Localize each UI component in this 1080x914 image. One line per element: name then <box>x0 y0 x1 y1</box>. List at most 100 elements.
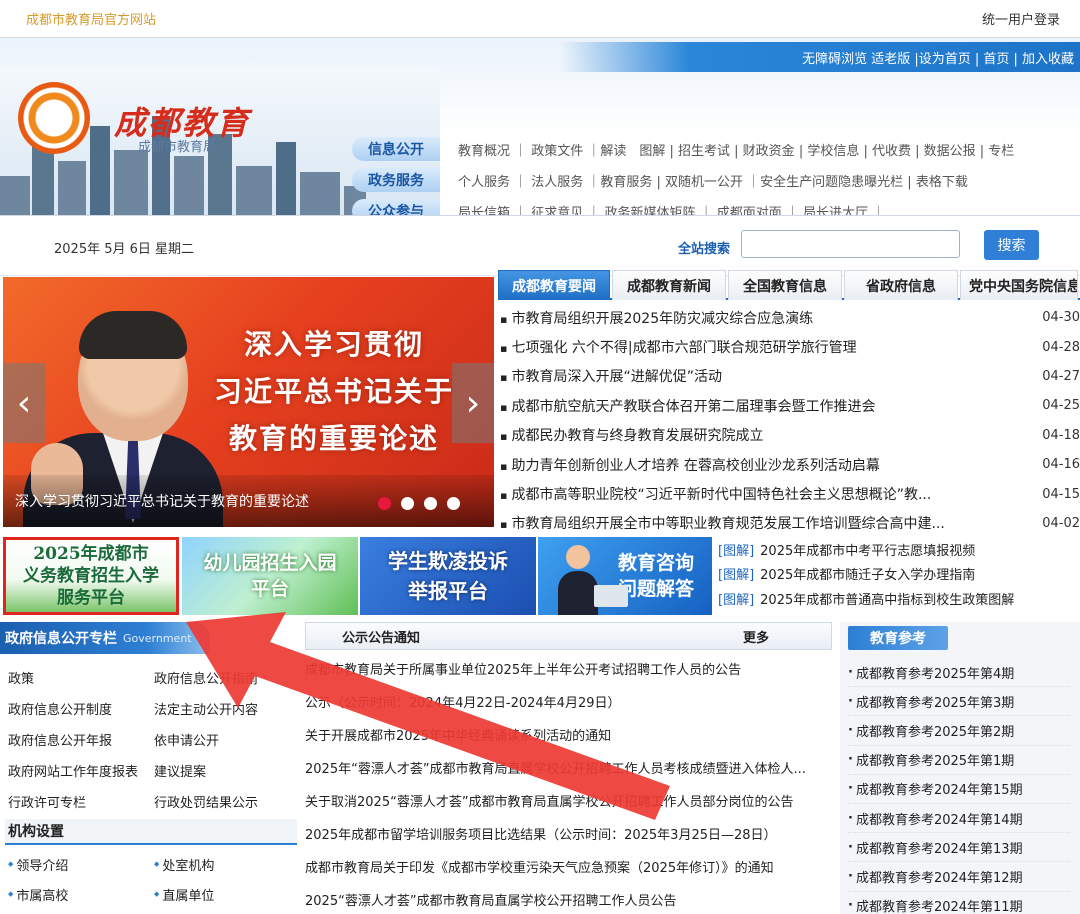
notice-more-link[interactable]: 更多 <box>743 627 769 646</box>
promo-line: 举报平台 <box>408 579 488 603</box>
news-title[interactable]: 成都市航空航天产教联合体召开第二届理事会暨工作推进会 <box>500 396 875 416</box>
tab-chengdu-edu-news[interactable]: 成都教育新闻 <box>612 270 726 300</box>
gov-link[interactable]: 政府信息公开年报 <box>8 724 154 755</box>
news-date: 04-02 <box>1042 515 1080 531</box>
edu-reference-list: 成都教育参考2025年第4期 成都教育参考2025年第3期 成都教育参考2025… <box>840 658 1080 914</box>
tab-chengdu-edu-headlines[interactable]: 成都教育要闻 <box>498 270 610 300</box>
tab-provincial-info[interactable]: 省政府信息 <box>844 270 958 300</box>
gov-link[interactable]: 建议提案 <box>154 755 304 786</box>
news-date: 04-25 <box>1042 398 1080 414</box>
tujie-item[interactable]: [图解] 2025年成都市普通高中指标到校生政策图解 <box>718 586 1080 611</box>
carousel-prev-icon[interactable]: ‹ <box>3 363 45 443</box>
org-link[interactable]: 直属单位 <box>154 879 304 909</box>
nav-tag-public[interactable]: 公众参与 <box>352 199 440 215</box>
nav-tag-info[interactable]: 信息公开 <box>352 137 440 161</box>
edu-reference-item[interactable]: 成都教育参考2025年第2期 <box>848 716 1070 746</box>
tujie-title[interactable]: 2025年成都市普通高中指标到校生政策图解 <box>760 589 1014 608</box>
org-links: 领导介绍 处室机构 市属高校 直属单位 <box>0 849 300 909</box>
news-item[interactable]: 市教育局深入开展“进解优促”活动 04-27 <box>498 362 1080 391</box>
site-subtitle: 成都市教育局 <box>138 140 217 155</box>
news-title[interactable]: 成都民办教育与终身教育发展研究院成立 <box>500 425 763 445</box>
notice-item[interactable]: 成都市教育局关于所属事业单位2025年上半年公开考试招聘工作人员的公告 <box>305 652 832 685</box>
user-login-link[interactable]: 统一用户登录 <box>982 9 1060 28</box>
edu-reference-item[interactable]: 成都教育参考2024年第14期 <box>848 804 1070 834</box>
news-title[interactable]: 七项强化 六个不得|成都市六部门联合规范研学旅行管理 <box>500 337 856 357</box>
top-bar: 成都市教育局官方网站 统一用户登录 <box>0 0 1080 38</box>
gov-link[interactable]: 政策 <box>8 662 154 693</box>
current-date: 2025年 5月 6日 星期二 <box>54 242 195 257</box>
news-item[interactable]: 七项强化 六个不得|成都市六部门联合规范研学旅行管理 04-28 <box>498 332 1080 361</box>
notice-item[interactable]: 关于取消2025“蓉漂人才荟”成都市教育局直属学校公开招聘工作人员部分岗位的公告 <box>305 784 832 817</box>
carousel-dot[interactable] <box>378 497 391 510</box>
notice-item[interactable]: 成都市教育局关于印发《成都市学校重污染天气应急预案（2025年修订）》的通知 <box>305 850 832 883</box>
promo-kindergarten-platform[interactable]: 幼儿园招生入园 平台 <box>182 537 358 615</box>
gov-link[interactable]: 政府信息公开制度 <box>8 693 154 724</box>
edu-reference-item[interactable]: 成都教育参考2024年第12期 <box>848 862 1070 892</box>
carousel-dot[interactable] <box>447 497 460 510</box>
news-item[interactable]: 成都市高等职业院校“习近平新时代中国特色社会主义思想概论”教... 04-15 <box>498 479 1080 508</box>
notice-item[interactable]: 关于开展成都市2025年中华经典诵读系列活动的通知 <box>305 718 832 751</box>
news-title[interactable]: 市教育局深入开展“进解优促”活动 <box>500 366 722 386</box>
news-title[interactable]: 市教育局组织开展2025年防灾减灾综合应急演练 <box>500 308 813 328</box>
tujie-tag: [图解] <box>718 568 755 584</box>
tujie-title[interactable]: 2025年成都市中考平行志愿填报视频 <box>760 540 975 559</box>
gov-link[interactable]: 依申请公开 <box>154 724 304 755</box>
gov-link[interactable]: 行政处罚结果公示 <box>154 786 304 817</box>
news-item[interactable]: 成都市航空航天产教联合体召开第二届理事会暨工作推进会 04-25 <box>498 391 1080 420</box>
news-title[interactable]: 助力青年创新创业人才培养 在蓉高校创业沙龙系列活动启幕 <box>500 455 879 475</box>
gov-info-title: 政府信息公开专栏 <box>5 631 117 647</box>
search-button[interactable]: 搜索 <box>984 230 1039 260</box>
edu-reference-item[interactable]: 成都教育参考2024年第13期 <box>848 833 1070 863</box>
news-date: 04-16 <box>1042 457 1080 473</box>
edu-reference-item[interactable]: 成都教育参考2025年第4期 <box>848 658 1070 688</box>
tujie-item[interactable]: [图解] 2025年成都市随迁子女入学办理指南 <box>718 562 1080 587</box>
nav-tag-service[interactable]: 政务服务 <box>352 168 440 192</box>
edu-reference-item[interactable]: 成都教育参考2024年第11期 <box>848 892 1070 914</box>
gov-link[interactable]: 行政许可专栏 <box>8 786 154 817</box>
tab-central-info[interactable]: 党中央国务院信息 <box>960 270 1078 300</box>
news-date: 04-27 <box>1042 368 1080 384</box>
org-link[interactable]: 处室机构 <box>154 849 304 879</box>
header-top-links[interactable]: 无障碍浏览 适老版 |设为首页 | 首页 | 加入收藏 <box>802 48 1074 67</box>
nav-links-service[interactable]: 个人服务 ｜ 法人服务 ｜教育服务 | 双随机一公开 ｜安全生产问题隐患曝光栏 … <box>458 171 968 190</box>
news-item[interactable]: 成都民办教育与终身教育发展研究院成立 04-18 <box>498 421 1080 450</box>
news-title[interactable]: 市教育局组织开展全市中等职业教育规范发展工作培训暨综合高中建... <box>500 513 944 533</box>
notice-item[interactable]: 2025年成都市留学培训服务项目比选结果（公示时间：2025年3月25日—28日… <box>305 817 832 850</box>
org-link[interactable]: 领导介绍 <box>8 849 154 879</box>
search-input[interactable] <box>741 230 960 258</box>
edu-reference-title: 教育参考 <box>848 626 948 650</box>
gov-link[interactable]: 政府信息公开指南 <box>154 662 304 693</box>
news-item[interactable]: 助力青年创新创业人才培养 在蓉高校创业沙龙系列活动启幕 04-16 <box>498 450 1080 479</box>
notice-item[interactable]: 2025年“蓉漂人才荟”成都市教育局直属学校公开招聘工作人员考核成绩暨进入体检人… <box>305 751 832 784</box>
promo-line: 学生欺凌投诉 <box>388 549 508 573</box>
promo-line: 幼儿园招生入园 <box>203 552 337 574</box>
notice-item[interactable]: 2025“蓉漂人才荟”成都市教育局直属学校公开招聘工作人员公告 <box>305 883 832 914</box>
notice-item[interactable]: 公示（公示时间：2024年4月22日-2024年4月29日） <box>305 685 832 718</box>
hero-banner[interactable]: 深入学习贯彻 习近平总书记关于 教育的重要论述 深入学习贯彻习近平总书记关于教育… <box>3 277 494 527</box>
promo-edu-consult[interactable]: 教育咨询 问题解答 <box>538 537 712 615</box>
tab-national-edu-info[interactable]: 全国教育信息 <box>728 270 842 300</box>
edu-reference-item[interactable]: 成都教育参考2025年第1期 <box>848 746 1070 775</box>
promo-bullying-report[interactable]: 学生欺凌投诉 举报平台 <box>360 537 536 615</box>
edu-reference-item[interactable]: 成都教育参考2025年第3期 <box>848 687 1070 717</box>
org-link[interactable]: 市属高校 <box>8 879 154 909</box>
banner-caption[interactable]: 深入学习贯彻习近平总书记关于教育的重要论述 <box>15 491 309 511</box>
promo-enrollment-platform[interactable]: 2025年成都市 义务教育招生入学 服务平台 <box>3 537 179 615</box>
date-search-row: 2025年 5月 6日 星期二 全站搜索 搜索 <box>0 216 1080 276</box>
carousel-next-icon[interactable]: › <box>452 363 494 443</box>
news-item[interactable]: 市教育局组织开展2025年防灾减灾综合应急演练 04-30 <box>498 303 1080 332</box>
news-date: 04-15 <box>1042 486 1080 502</box>
tujie-title[interactable]: 2025年成都市随迁子女入学办理指南 <box>760 564 975 583</box>
news-item[interactable]: 市教育局组织开展全市中等职业教育规范发展工作培训暨综合高中建... 04-02 <box>498 509 1080 538</box>
banner-slogan: 深入学习贯彻 习近平总书记关于 教育的重要论述 <box>199 321 469 462</box>
tujie-item[interactable]: [图解] 2025年成都市中考平行志愿填报视频 <box>718 537 1080 562</box>
gov-link[interactable]: 政府网站工作年度报表 <box>8 755 154 786</box>
site-name-link[interactable]: 成都市教育局官方网站 <box>26 9 156 28</box>
nav-links-info[interactable]: 教育概况 ｜ 政策文件 ｜解读 图解 | 招生考试 | 财政资金 | 学校信息 … <box>458 140 1014 159</box>
carousel-dot[interactable] <box>424 497 437 510</box>
edu-reference-item[interactable]: 成都教育参考2024年第15期 <box>848 775 1070 804</box>
news-title[interactable]: 成都市高等职业院校“习近平新时代中国特色社会主义思想概论”教... <box>500 484 931 504</box>
gov-link[interactable]: 法定主动公开内容 <box>154 693 304 724</box>
nav-links-public[interactable]: 局长信箱 ｜ 征求意见 ｜ 政务新媒体矩阵 ｜ 成都面对面 ｜ 局长进大厅 ｜ <box>458 202 885 216</box>
carousel-dot[interactable] <box>401 497 414 510</box>
